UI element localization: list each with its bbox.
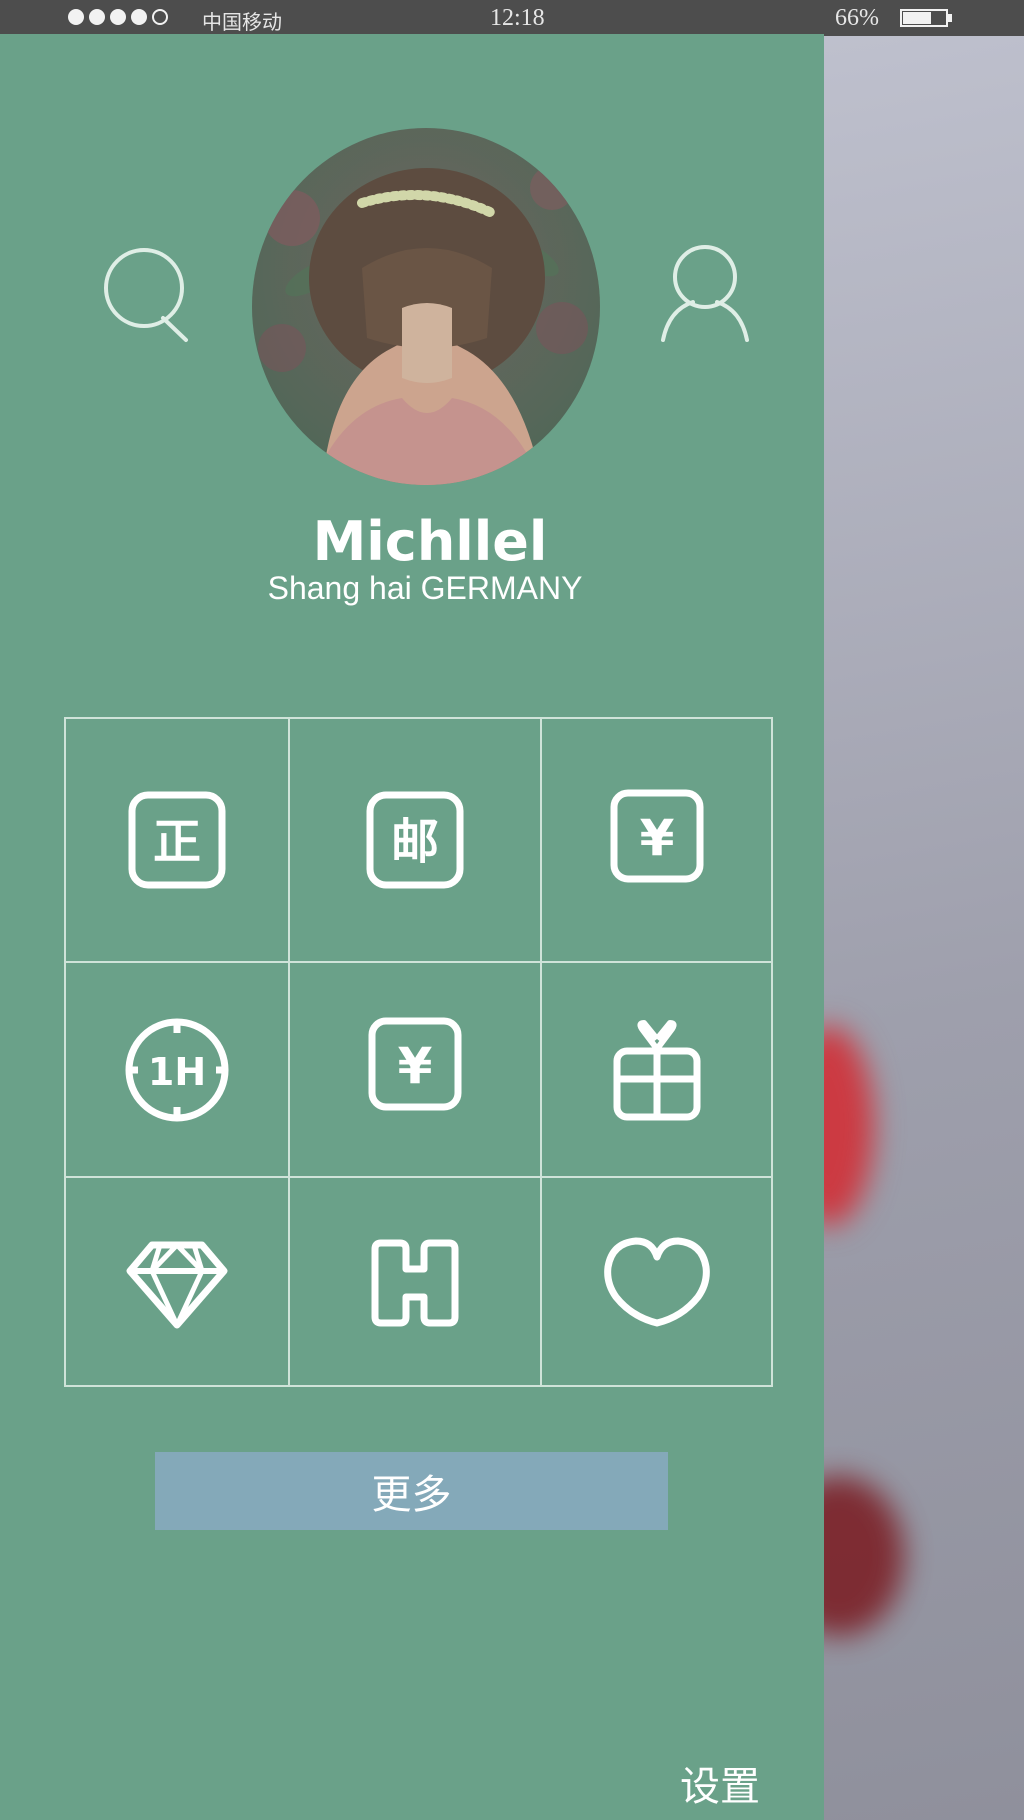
yen-badge-icon: ¥	[610, 789, 704, 882]
signal-strength-icon	[68, 9, 168, 25]
avatar[interactable]	[252, 128, 600, 485]
grid-item-2[interactable]: 邮	[289, 717, 541, 962]
yen-glyph: ¥	[640, 809, 675, 867]
carrier-name: 中国移动	[202, 10, 282, 34]
one-hour-glyph: 1H	[147, 1050, 205, 1094]
zheng-badge-icon: 正	[128, 791, 225, 888]
search-icon	[104, 248, 188, 342]
background-content[interactable]	[824, 36, 1024, 1820]
grid-item-6[interactable]	[541, 962, 773, 1177]
grid-item-5[interactable]: ¥	[289, 962, 541, 1177]
profile-button[interactable]	[655, 244, 755, 344]
battery-level-fill	[903, 12, 931, 24]
avatar-image	[252, 128, 600, 485]
yen-badge-icon: ¥	[368, 1017, 462, 1110]
zheng-glyph: 正	[152, 814, 200, 870]
gift-icon	[613, 1019, 701, 1120]
battery-icon	[900, 9, 948, 27]
grid-item-8[interactable]	[289, 1177, 541, 1387]
heart-icon	[604, 1237, 710, 1327]
one-hour-clock-icon: 1H	[125, 1018, 228, 1121]
yen-glyph: ¥	[398, 1037, 433, 1095]
user-name: Michllel	[312, 510, 548, 573]
grid-item-9[interactable]	[541, 1177, 773, 1387]
h-badge-icon	[371, 1239, 459, 1327]
status-time: 12:18	[490, 5, 545, 31]
grid-item-4[interactable]: 1H	[64, 962, 289, 1177]
diamond-icon	[126, 1241, 227, 1329]
battery-tip	[948, 14, 952, 22]
feature-grid: 正 邮 ¥ 1H ¥	[64, 717, 773, 1387]
status-bar: 中国移动 12:18 66%	[0, 0, 1024, 36]
search-button[interactable]	[100, 244, 200, 344]
mail-badge-icon: 邮	[366, 791, 464, 888]
mail-glyph: 邮	[391, 814, 439, 870]
battery-percent: 66%	[835, 5, 879, 31]
blurred-shape	[824, 1026, 874, 1226]
more-button[interactable]: 更多	[155, 1452, 668, 1530]
user-icon	[661, 245, 749, 342]
grid-item-1[interactable]: 正	[64, 717, 289, 962]
grid-item-3[interactable]: ¥	[541, 717, 773, 962]
side-drawer: Michllel Shang hai GERMANY 正 邮 ¥ 1H ¥ 更多…	[0, 34, 824, 1820]
settings-link[interactable]: 设置	[680, 1754, 760, 1812]
user-location: Shang hai GERMANY	[267, 570, 583, 606]
grid-item-7[interactable]	[64, 1177, 289, 1387]
blurred-shape	[824, 1476, 904, 1636]
